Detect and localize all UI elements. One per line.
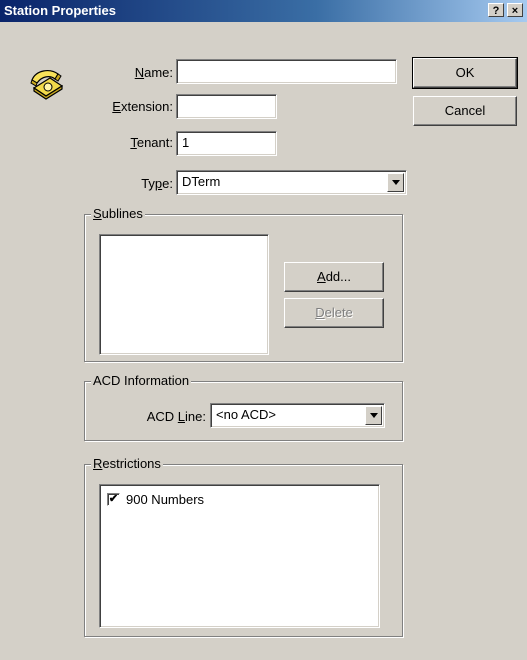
name-label: Name: [134,65,173,80]
title-bar: Station Properties ? × [0,0,527,22]
type-select[interactable]: DTerm [176,170,407,195]
chevron-down-icon[interactable] [365,406,382,425]
ok-button[interactable]: OK [412,57,518,89]
tenant-input[interactable]: 1 [176,131,277,156]
acd-information-legend: ACD Information [91,373,192,388]
acd-line-label: ACD Line: [146,409,206,424]
check-mark-icon: ✔ [108,493,119,505]
restriction-label: 900 Numbers [126,492,205,507]
restriction-checkbox[interactable]: ✔ [107,493,120,506]
window-title: Station Properties [4,3,116,18]
extension-label: Extension: [112,99,173,114]
help-button[interactable]: ? [488,3,504,17]
telephone-icon [28,66,66,104]
close-button[interactable]: × [507,3,523,17]
extension-input[interactable] [176,94,277,119]
cancel-button[interactable]: Cancel [413,96,517,126]
name-input[interactable] [176,59,397,84]
tenant-label: Tenant: [130,135,173,150]
restrictions-legend: Restrictions [91,456,163,471]
sublines-legend: Sublines [91,206,145,221]
sublines-list[interactable] [99,234,269,355]
add-subline-button[interactable]: Add... [284,262,384,292]
delete-subline-button[interactable]: Delete [284,298,384,328]
list-item[interactable]: ✔ 900 Numbers [107,492,307,508]
acd-line-select[interactable]: <no ACD> [210,403,385,428]
restrictions-list: ✔ 900 Numbers [99,484,380,628]
type-label: Type: [141,176,173,191]
chevron-down-icon[interactable] [387,173,404,192]
